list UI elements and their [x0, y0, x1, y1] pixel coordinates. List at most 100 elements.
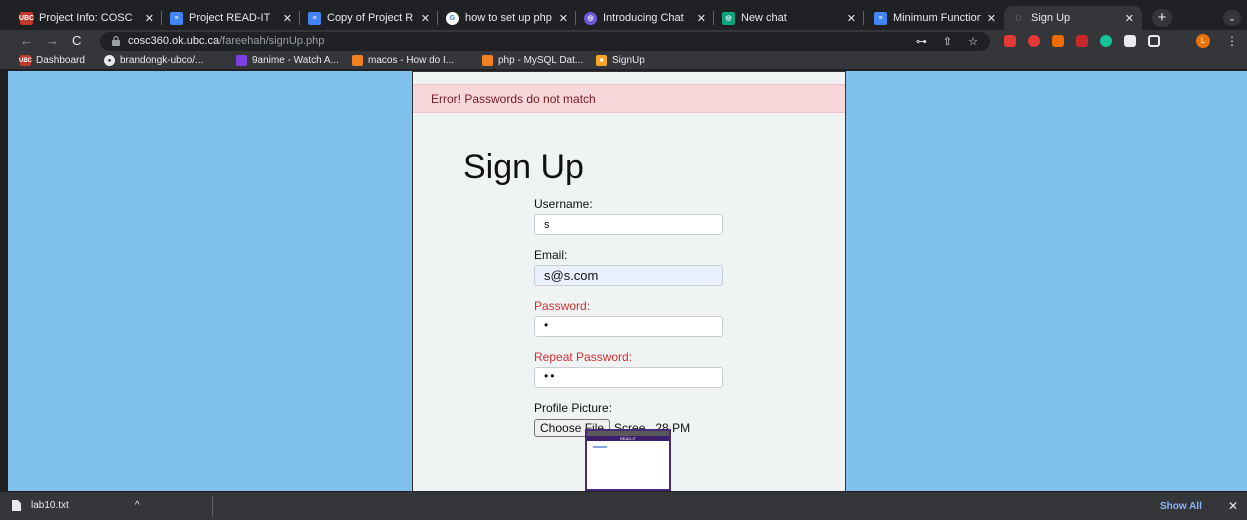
bookmark-dashboard[interactable]: UBC Dashboard	[19, 55, 85, 66]
password-label: Password:	[534, 299, 591, 313]
url-path: /fareehah/signUp.php	[219, 35, 325, 47]
tab-title: Sign Up	[1031, 12, 1071, 24]
tab-3[interactable]: G how to set up php ✕	[438, 6, 576, 30]
close-icon[interactable]: ✕	[987, 12, 996, 25]
preview-nav-title: READ-IT	[587, 436, 669, 441]
shelf-divider	[212, 496, 213, 517]
record-ext-icon[interactable]	[1028, 35, 1040, 47]
bookmarks-bar: UBC Dashboard ● brandongk-ubco/... 9anim…	[0, 53, 1247, 70]
file-icon	[12, 500, 21, 511]
password-input[interactable]: •	[534, 316, 723, 337]
google-docs-icon: ≡	[874, 11, 887, 25]
stackoverflow-icon	[482, 55, 493, 66]
bookmark-9anime[interactable]: 9anime - Watch A...	[236, 55, 339, 66]
tab-7[interactable]: ◌ Sign Up ✕	[1004, 6, 1142, 30]
signup-icon: ■	[596, 55, 607, 66]
repeat-password-input[interactable]: ••	[534, 367, 723, 388]
ubc-icon: UBC	[19, 11, 34, 25]
tab-title: Project READ-IT	[189, 12, 271, 24]
9anime-icon	[236, 55, 247, 66]
youtube-ext-icon[interactable]	[1004, 35, 1016, 47]
close-icon[interactable]: ✕	[559, 12, 568, 25]
extensions-icon[interactable]	[1124, 35, 1136, 47]
forward-icon[interactable]: →	[46, 33, 59, 48]
grammarly-ext-icon[interactable]	[1100, 35, 1112, 47]
close-icon[interactable]: ✕	[1125, 12, 1134, 25]
username-input[interactable]	[534, 214, 723, 235]
bookmark-label: SignUp	[612, 55, 645, 66]
bookmark-macos[interactable]: macos - How do I...	[352, 55, 454, 66]
close-icon[interactable]: ✕	[283, 12, 292, 25]
profile-picture-label: Profile Picture:	[534, 401, 613, 415]
bookmark-github[interactable]: ● brandongk-ubco/...	[104, 55, 203, 66]
tab-search-button[interactable]: ⌄	[1223, 10, 1241, 26]
tab-6[interactable]: ≡ Minimum Function ✕	[866, 6, 1004, 30]
tab-strip: UBC Project Info: COSC ✕ ≡ Project READ-…	[0, 0, 1247, 30]
profile-avatar[interactable]: L	[1196, 34, 1210, 48]
signup-form: Username: Email: Password: • Repeat Pass…	[534, 197, 734, 437]
signup-card: Error! Passwords do not match Sign Up Us…	[412, 71, 846, 491]
page-viewport: Error! Passwords do not match Sign Up Us…	[8, 71, 1247, 491]
bookmark-label: php - MySQL Dat...	[498, 55, 584, 66]
download-item[interactable]: lab10.txt ^	[12, 500, 140, 511]
preview-link	[593, 446, 607, 448]
error-alert: Error! Passwords do not match	[413, 84, 845, 113]
google-docs-icon: ≡	[170, 11, 183, 25]
tab-4[interactable]: ◎ Introducing Chat ✕	[576, 6, 714, 30]
username-label: Username:	[534, 197, 593, 211]
bookmark-php[interactable]: php - MySQL Dat...	[482, 55, 583, 66]
page-title: Sign Up	[463, 148, 584, 186]
bookmark-label: Dashboard	[36, 55, 85, 66]
url-text: cosc360.ok.ubc.ca/fareehah/signUp.php	[128, 35, 324, 47]
new-tab-button[interactable]: +	[1152, 9, 1172, 27]
ubc-icon: UBC	[19, 55, 32, 66]
back-icon[interactable]: ←	[20, 33, 33, 48]
bookmark-label: 9anime - Watch A...	[252, 55, 339, 66]
key-icon[interactable]: ⊶	[916, 35, 927, 48]
reload-icon[interactable]: C	[72, 33, 81, 48]
tab-separator	[863, 11, 864, 25]
profile-picture-preview: READ-IT	[585, 429, 671, 491]
close-icon[interactable]: ✕	[1228, 499, 1238, 513]
tab-2[interactable]: ≡ Copy of Project R ✕	[300, 6, 438, 30]
star-icon[interactable]: ☆	[968, 35, 978, 48]
bookmark-label: brandongk-ubco/...	[120, 55, 204, 66]
email-label: Email:	[534, 248, 568, 262]
share-icon[interactable]: ⇧	[943, 35, 952, 48]
close-icon[interactable]: ✕	[697, 12, 706, 25]
bookmark-signup[interactable]: ■ SignUp	[596, 55, 645, 66]
color-ext-icon[interactable]	[1052, 35, 1064, 47]
address-bar[interactable]: cosc360.ok.ubc.ca/fareehah/signUp.php ⊶ …	[100, 32, 990, 51]
tab-title: how to set up php	[465, 12, 552, 24]
github-icon: ●	[104, 55, 115, 66]
sidepanel-icon[interactable]	[1148, 35, 1160, 47]
browser-toolbar: ← → C cosc360.ok.ubc.ca/fareehah/signUp.…	[0, 30, 1247, 53]
tab-title: Copy of Project R	[327, 12, 414, 24]
close-icon[interactable]: ✕	[421, 12, 430, 25]
lock-icon	[112, 36, 120, 46]
tab-title: New chat	[741, 12, 787, 24]
tab-5[interactable]: ◎ New chat ✕	[714, 6, 864, 30]
openai-icon: ◎	[722, 11, 735, 25]
url-host: cosc360.ok.ubc.ca	[128, 35, 220, 47]
tab-title: Introducing Chat	[603, 12, 684, 24]
omnibox-actions: ⊶ ⇧ ☆	[916, 35, 978, 48]
email-input[interactable]	[534, 265, 723, 286]
tab-1[interactable]: ≡ Project READ-IT ✕	[162, 6, 300, 30]
show-all-button[interactable]: Show All	[1160, 501, 1202, 512]
menu-icon[interactable]: ⋮	[1226, 34, 1238, 48]
tab-title: Project Info: COSC	[39, 12, 133, 24]
download-file-name: lab10.txt	[31, 500, 69, 511]
tp-ext-icon[interactable]	[1076, 35, 1088, 47]
close-icon[interactable]: ✕	[145, 12, 154, 25]
google-icon: G	[446, 11, 459, 25]
globe-icon: ◌	[1015, 12, 1022, 24]
google-docs-icon: ≡	[308, 11, 321, 25]
close-icon[interactable]: ✕	[847, 12, 856, 25]
tab-0[interactable]: UBC Project Info: COSC ✕	[12, 6, 162, 30]
chevron-up-icon[interactable]: ^	[135, 500, 140, 511]
stackoverflow-icon	[352, 55, 363, 66]
bookmark-label: macos - How do I...	[368, 55, 455, 66]
openai-icon: ◎	[584, 11, 597, 25]
repeat-password-label: Repeat Password:	[534, 350, 633, 364]
